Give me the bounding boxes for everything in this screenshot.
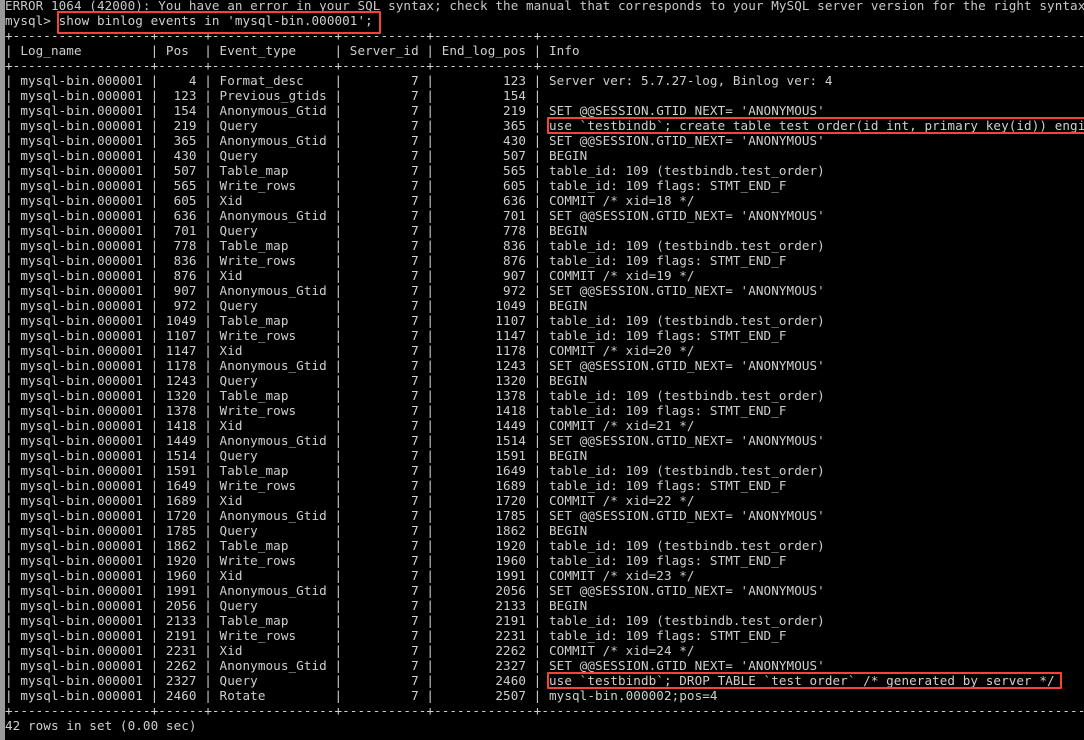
table-row: | mysql-bin.000001 | 1960 | Xid | 7 | 19… (5, 568, 1084, 583)
table-row: | mysql-bin.000001 | 2262 | Anonymous_Gt… (5, 658, 1084, 673)
table-row: | mysql-bin.000001 | 1418 | Xid | 7 | 14… (5, 418, 1084, 433)
table-row: | mysql-bin.000001 | 1785 | Query | 7 | … (5, 523, 1084, 538)
table-row: | mysql-bin.000001 | 4 | Format_desc | 7… (5, 73, 1084, 88)
table-row: | mysql-bin.000001 | 876 | Xid | 7 | 907… (5, 268, 1084, 283)
table-row: | mysql-bin.000001 | 1514 | Query | 7 | … (5, 448, 1084, 463)
table-top-border: +------------------+------+-------------… (5, 28, 1084, 43)
table-row: | mysql-bin.000001 | 1378 | Write_rows |… (5, 403, 1084, 418)
sql-error-line: ERROR 1064 (42000): You have an error in… (5, 0, 1084, 13)
table-body: | mysql-bin.000001 | 4 | Format_desc | 7… (5, 73, 1084, 703)
table-row: | mysql-bin.000001 | 2231 | Xid | 7 | 22… (5, 643, 1084, 658)
table-row: | mysql-bin.000001 | 1049 | Table_map | … (5, 313, 1084, 328)
terminal-screen[interactable]: ERROR 1064 (42000): You have an error in… (5, 0, 1084, 740)
table-row: | mysql-bin.000001 | 1107 | Write_rows |… (5, 328, 1084, 343)
table-row: | mysql-bin.000001 | 1320 | Table_map | … (5, 388, 1084, 403)
table-row: | mysql-bin.000001 | 836 | Write_rows | … (5, 253, 1084, 268)
command-prompt-line: mysql> show binlog events in 'mysql-bin.… (5, 13, 1084, 28)
table-row: | mysql-bin.000001 | 1178 | Anonymous_Gt… (5, 358, 1084, 373)
table-row: | mysql-bin.000001 | 2460 | Rotate | 7 |… (5, 688, 1084, 703)
table-row: | mysql-bin.000001 | 365 | Anonymous_Gti… (5, 133, 1084, 148)
table-row: | mysql-bin.000001 | 972 | Query | 7 | 1… (5, 298, 1084, 313)
table-row: | mysql-bin.000001 | 1862 | Table_map | … (5, 538, 1084, 553)
table-row: | mysql-bin.000001 | 1591 | Table_map | … (5, 463, 1084, 478)
table-row: | mysql-bin.000001 | 154 | Anonymous_Gti… (5, 103, 1084, 118)
table-row: | mysql-bin.000001 | 1649 | Write_rows |… (5, 478, 1084, 493)
table-row: | mysql-bin.000001 | 2056 | Query | 7 | … (5, 598, 1084, 613)
table-row: | mysql-bin.000001 | 2133 | Table_map | … (5, 613, 1084, 628)
table-row: | mysql-bin.000001 | 565 | Write_rows | … (5, 178, 1084, 193)
table-row: | mysql-bin.000001 | 1243 | Query | 7 | … (5, 373, 1084, 388)
table-row: | mysql-bin.000001 | 636 | Anonymous_Gti… (5, 208, 1084, 223)
terminal-window[interactable]: ERROR 1064 (42000): You have an error in… (0, 0, 1084, 740)
table-row: | mysql-bin.000001 | 1720 | Anonymous_Gt… (5, 508, 1084, 523)
command-text: show binlog events in 'mysql-bin.000001'… (58, 13, 373, 28)
table-header-row: | Log_name | Pos | Event_type | Server_i… (5, 43, 1084, 58)
table-row: | mysql-bin.000001 | 2327 | Query | 7 | … (5, 673, 1084, 688)
result-status-line: 42 rows in set (0.00 sec) (5, 718, 197, 733)
table-row: | mysql-bin.000001 | 123 | Previous_gtid… (5, 88, 1084, 103)
table-header-border: +------------------+------+-------------… (5, 58, 1084, 73)
table-row: | mysql-bin.000001 | 430 | Query | 7 | 5… (5, 148, 1084, 163)
table-row: | mysql-bin.000001 | 1449 | Anonymous_Gt… (5, 433, 1084, 448)
table-row: | mysql-bin.000001 | 1147 | Xid | 7 | 11… (5, 343, 1084, 358)
table-row: | mysql-bin.000001 | 507 | Table_map | 7… (5, 163, 1084, 178)
table-row: | mysql-bin.000001 | 2191 | Write_rows |… (5, 628, 1084, 643)
table-row: | mysql-bin.000001 | 778 | Table_map | 7… (5, 238, 1084, 253)
mysql-prompt: mysql> (5, 13, 59, 28)
table-row: | mysql-bin.000001 | 1920 | Write_rows |… (5, 553, 1084, 568)
table-row: | mysql-bin.000001 | 1689 | Xid | 7 | 17… (5, 493, 1084, 508)
table-row: | mysql-bin.000001 | 701 | Query | 7 | 7… (5, 223, 1084, 238)
table-bottom-border: +------------------+------+-------------… (5, 703, 1084, 718)
table-row: | mysql-bin.000001 | 1991 | Anonymous_Gt… (5, 583, 1084, 598)
table-row: | mysql-bin.000001 | 219 | Query | 7 | 3… (5, 118, 1084, 133)
table-row: | mysql-bin.000001 | 605 | Xid | 7 | 636… (5, 193, 1084, 208)
table-row: | mysql-bin.000001 | 907 | Anonymous_Gti… (5, 283, 1084, 298)
